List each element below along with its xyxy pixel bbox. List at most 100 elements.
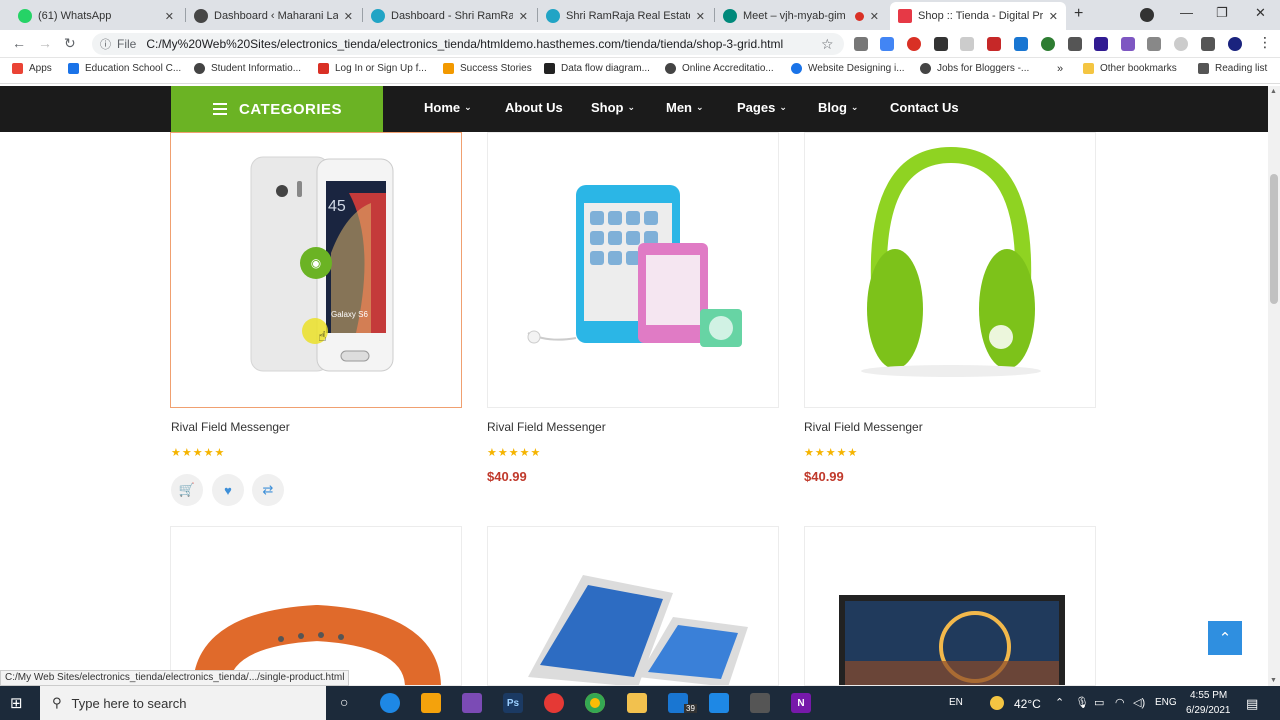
fitness-band-image[interactable] [171, 527, 462, 686]
file-explorer-icon[interactable] [627, 693, 647, 713]
product-image-box[interactable] [804, 526, 1096, 686]
google-icon[interactable] [1174, 37, 1188, 51]
volume-icon[interactable]: ◁) [1133, 696, 1145, 709]
weather-icon[interactable] [990, 696, 1004, 710]
close-icon[interactable]: ✕ [870, 10, 879, 23]
tab-dashboard-ramraja[interactable]: Dashboard - Shri RamRaja R ✕ [363, 2, 536, 30]
extension-icon[interactable] [1068, 37, 1082, 51]
clock-time[interactable]: 4:55 PM [1190, 690, 1227, 701]
menu-blog[interactable]: Blog ⌄ [818, 100, 858, 115]
product-image-box[interactable] [487, 132, 779, 408]
snipping-tool-icon[interactable] [750, 693, 770, 713]
extension-icon[interactable] [1147, 37, 1161, 51]
wishlist-button[interactable]: ♥ [212, 474, 244, 506]
translate-icon[interactable] [880, 37, 894, 51]
product-image-box[interactable] [804, 132, 1096, 408]
categories-button[interactable]: CATEGORIES [171, 86, 383, 132]
tab-meet[interactable]: Meet – vjh-myab-gim ✕ [715, 2, 887, 30]
input-language[interactable]: ENG [1155, 697, 1177, 708]
minimize-button[interactable]: — [1180, 5, 1193, 20]
bookmark-star-icon[interactable]: ☆ [821, 36, 834, 53]
onenote-icon[interactable]: N [791, 693, 811, 713]
photoshop-icon[interactable]: Ps [503, 693, 523, 713]
extension-icon[interactable] [1041, 37, 1055, 51]
close-icon[interactable]: ✕ [1049, 10, 1058, 23]
chevron-up-icon[interactable]: ⌃ [1055, 696, 1064, 709]
url-text[interactable]: C:/My%20Web%20Sites/electronics_tienda/e… [146, 37, 783, 51]
wifi-icon[interactable]: ◠ [1115, 696, 1125, 709]
bookmark-education[interactable]: Education School C... [68, 63, 181, 74]
shield-icon[interactable] [987, 37, 1001, 51]
product-title[interactable]: Rival Field Messenger [487, 420, 606, 434]
close-icon[interactable]: ✕ [519, 10, 528, 23]
tablets-image[interactable] [488, 527, 779, 686]
forward-arrow-icon[interactable]: → [38, 35, 52, 51]
tab-dashboard-laxmi[interactable]: Dashboard ‹ Maharani Laxmi ✕ [186, 2, 361, 30]
back-arrow-icon[interactable]: ← [12, 35, 26, 51]
menu-about-us[interactable]: About Us [505, 100, 563, 115]
opera-icon[interactable] [544, 693, 564, 713]
reload-icon[interactable]: ↻ [64, 35, 76, 52]
bookmark-success-stories[interactable]: Success Stories [443, 63, 532, 74]
product-title[interactable]: Rival Field Messenger [804, 420, 923, 434]
pen-icon[interactable] [1121, 37, 1135, 51]
weather-temp[interactable]: 42°C [1014, 697, 1041, 711]
bookmark-login[interactable]: Log In or Sign Up f... [318, 63, 427, 74]
scroll-up-icon[interactable]: ▲ [1270, 88, 1277, 95]
tab-whatsapp[interactable]: (61) WhatsApp ✕ [10, 2, 182, 30]
menu-contact-us[interactable]: Contact Us [890, 100, 959, 115]
language-indicator[interactable]: EN [949, 697, 963, 708]
menu-kebab-icon[interactable]: ⋮ [1258, 34, 1272, 51]
other-bookmarks[interactable]: Other bookmarks [1083, 63, 1177, 74]
bookmark-apps[interactable]: Apps [12, 63, 52, 74]
windows-start-icon[interactable]: ⊞ [10, 694, 23, 712]
puzzle-icon[interactable] [1201, 37, 1215, 51]
menu-home[interactable]: Home ⌄ [424, 100, 472, 115]
product-image-box[interactable] [487, 526, 779, 686]
monitor-image[interactable] [805, 527, 1096, 686]
close-icon[interactable]: ✕ [165, 10, 174, 23]
close-window-button[interactable]: ✕ [1255, 5, 1266, 21]
product-title[interactable]: Rival Field Messenger [171, 420, 290, 434]
photos-icon[interactable] [709, 693, 729, 713]
formula-icon[interactable] [934, 37, 948, 51]
add-to-cart-button[interactable]: 🛒 [171, 474, 203, 506]
taskbar-search[interactable]: ⚲ Type here to search [40, 686, 326, 720]
headphones-image[interactable] [805, 133, 1096, 408]
info-icon[interactable]: ⓘ [100, 36, 111, 52]
back-to-top-button[interactable]: ⌃ [1208, 621, 1242, 655]
mp3-player-image[interactable] [488, 133, 779, 408]
visual-studio-icon[interactable] [462, 693, 482, 713]
profile-avatar[interactable] [1228, 37, 1242, 51]
notification-icon[interactable]: ▤ [1246, 696, 1258, 712]
extension-icon[interactable] [960, 37, 974, 51]
bookmark-data-flow[interactable]: Data flow diagram... [544, 63, 650, 74]
extension-icon[interactable] [1014, 37, 1028, 51]
new-tab-button[interactable]: + [1074, 5, 1083, 23]
bookmark-student-info[interactable]: Student Informatio... [194, 63, 301, 74]
scrollbar-thumb[interactable] [1270, 174, 1278, 304]
quick-view-button[interactable]: ◉ [300, 247, 332, 279]
maximize-button[interactable]: ❐ [1216, 5, 1228, 21]
extension-icon[interactable] [1094, 37, 1108, 51]
compare-button[interactable]: ⇄ [252, 474, 284, 506]
extension-icon[interactable] [854, 37, 868, 51]
clock-date[interactable]: 6/29/2021 [1186, 705, 1231, 716]
page-scrollbar[interactable]: ▲ ▼ [1268, 86, 1280, 686]
close-icon[interactable]: ✕ [344, 10, 353, 23]
scroll-down-icon[interactable]: ▼ [1270, 677, 1277, 684]
menu-men[interactable]: Men ⌄ [666, 100, 704, 115]
battery-icon[interactable]: ▭ [1094, 696, 1104, 709]
menu-pages[interactable]: Pages ⌄ [737, 100, 787, 115]
menu-shop[interactable]: Shop ⌄ [591, 100, 635, 115]
url-field[interactable]: ⓘ File C:/My%20Web%20Sites/electronics_t… [92, 33, 844, 55]
bookmark-jobs-bloggers[interactable]: Jobs for Bloggers -... [920, 63, 1029, 74]
chrome-icon[interactable] [585, 693, 605, 713]
tab-ramraja-real-estate[interactable]: Shri RamRaja Real Estate ✕ [538, 2, 713, 30]
bookmark-website-designing[interactable]: Website Designing i... [791, 63, 905, 74]
tab-search-icon[interactable] [1140, 8, 1154, 22]
product-image-box[interactable] [170, 526, 462, 686]
cortana-icon[interactable]: ○ [340, 694, 348, 710]
edge-icon[interactable] [380, 693, 400, 713]
close-icon[interactable]: ✕ [696, 10, 705, 23]
